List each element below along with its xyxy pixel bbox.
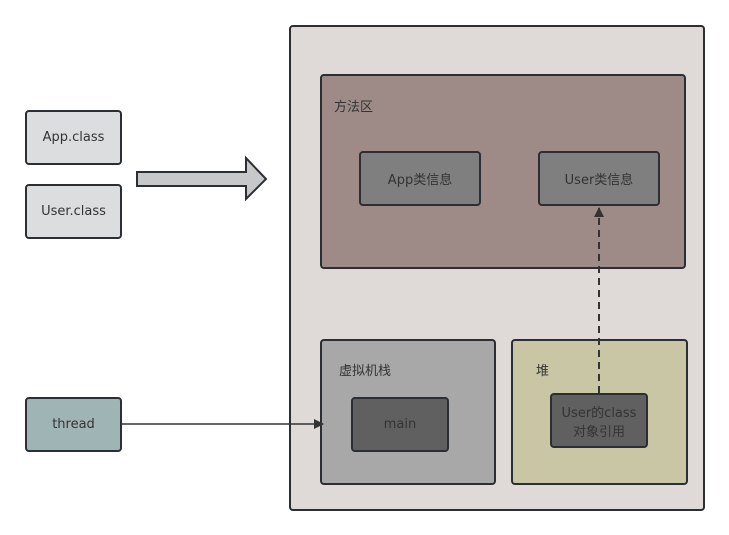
user-class-file[interactable]: User.class <box>25 184 122 239</box>
user-class-info-label: User类信息 <box>564 173 634 188</box>
main-frame[interactable]: main <box>351 397 449 452</box>
app-class-file[interactable]: App.class <box>25 110 122 165</box>
heap-title: 堆 <box>536 364 550 379</box>
user-object-ref[interactable]: User的class 对象引用 <box>550 393 648 448</box>
load-arrow-shape <box>136 155 268 202</box>
thread-label: thread <box>52 417 95 432</box>
app-class-info[interactable]: App类信息 <box>359 151 481 206</box>
app-class-label: App.class <box>42 130 105 145</box>
user-object-ref-line2: 对象引用 <box>572 424 625 440</box>
user-object-ref-line1: User的class <box>561 405 637 421</box>
vm-stack-title: 虚拟机栈 <box>339 364 392 379</box>
user-class-info[interactable]: User类信息 <box>538 151 660 206</box>
method-area-title: 方法区 <box>334 100 374 115</box>
main-frame-label: main <box>383 417 417 432</box>
user-class-label: User.class <box>41 204 106 219</box>
app-class-info-label: App类信息 <box>387 173 453 188</box>
thread-node[interactable]: thread <box>25 397 122 452</box>
